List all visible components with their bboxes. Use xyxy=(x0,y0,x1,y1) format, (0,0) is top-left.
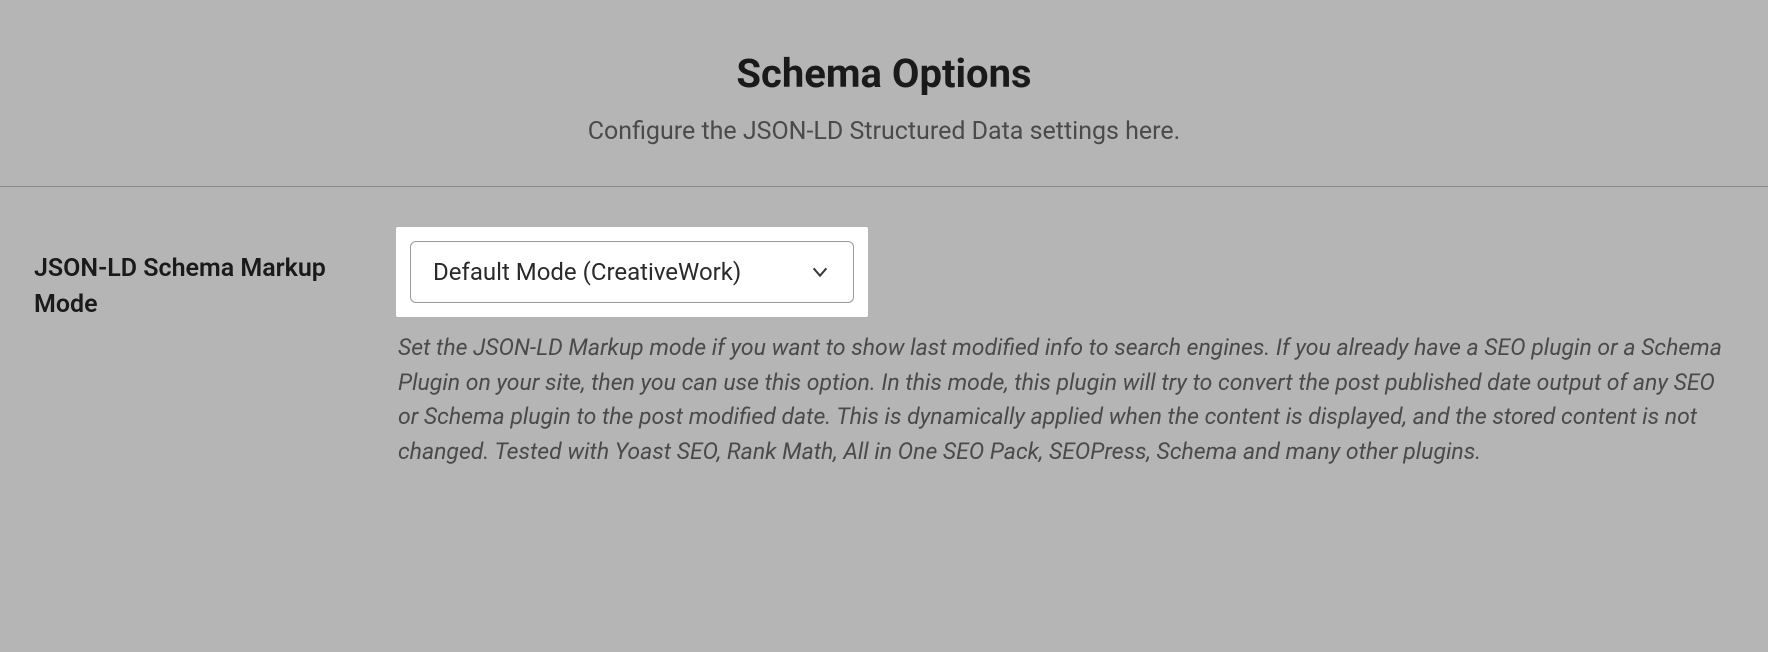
settings-section-header: Schema Options Configure the JSON-LD Str… xyxy=(0,0,1768,187)
chevron-down-icon xyxy=(809,261,831,283)
setting-help-text: Set the JSON-LD Markup mode if you want … xyxy=(396,331,1726,469)
schema-mode-select[interactable]: Default Mode (CreativeWork) xyxy=(410,241,854,303)
select-highlight-wrapper: Default Mode (CreativeWork) xyxy=(396,227,868,317)
setting-control: Default Mode (CreativeWork) Set the JSON… xyxy=(396,227,1734,469)
section-title: Schema Options xyxy=(40,50,1728,97)
setting-label: JSON-LD Schema Markup Mode xyxy=(34,227,396,324)
section-subtitle: Configure the JSON-LD Structured Data se… xyxy=(40,117,1728,146)
select-value: Default Mode (CreativeWork) xyxy=(433,258,741,286)
setting-row-schema-mode: JSON-LD Schema Markup Mode Default Mode … xyxy=(0,187,1768,509)
